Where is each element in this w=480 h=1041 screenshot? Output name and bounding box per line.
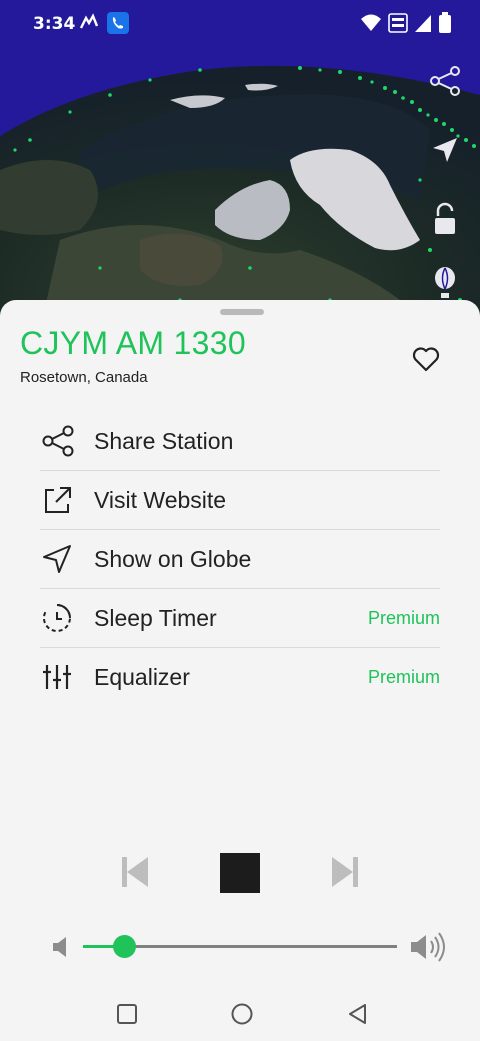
globe-balloon-button[interactable] <box>424 262 466 304</box>
navigation-arrow-icon <box>40 541 82 577</box>
menu-item-label: Share Station <box>94 427 234 454</box>
timer-icon <box>40 600 82 636</box>
drag-handle[interactable] <box>220 309 264 315</box>
equalizer-icon <box>40 659 82 695</box>
stop-button[interactable] <box>219 852 261 894</box>
volume-low-icon <box>53 937 66 957</box>
share-icon <box>430 66 460 96</box>
globe-share-button[interactable] <box>424 60 466 102</box>
volume-slider[interactable] <box>83 935 397 958</box>
menu-item-sleep-timer[interactable]: Sleep Timer Premium <box>40 589 440 648</box>
favorite-button[interactable] <box>407 340 445 378</box>
stop-icon <box>220 853 260 893</box>
globe-navigate-button[interactable] <box>424 129 466 171</box>
station-sheet: CJYM AM 1330 Rosetown, Canada Share Stat… <box>0 300 480 1041</box>
back-triangle-icon <box>349 1004 366 1024</box>
unlock-icon <box>435 202 455 234</box>
volume-mute-button[interactable] <box>48 934 72 960</box>
menu-item-label: Sleep Timer <box>94 604 217 631</box>
heart-icon <box>412 347 440 372</box>
app-logo-icon <box>79 13 99 29</box>
external-link-icon <box>40 482 82 518</box>
home-button[interactable] <box>227 999 257 1029</box>
menu-item-label: Show on Globe <box>94 545 252 572</box>
menu-item-equalizer[interactable]: Equalizer Premium <box>40 648 440 706</box>
balloon-icon <box>435 267 455 298</box>
skip-previous-icon <box>122 857 148 887</box>
wifi-icon <box>361 14 381 31</box>
system-navigation-bar <box>0 985 480 1041</box>
recents-square-icon <box>117 1004 137 1024</box>
menu-item-share-station[interactable]: Share Station <box>40 412 440 471</box>
globe-view[interactable] <box>0 0 480 330</box>
volume-high-icon <box>411 932 445 962</box>
navigation-arrow-icon <box>433 138 457 162</box>
menu-item-label: Equalizer <box>94 663 190 690</box>
volte-icon <box>388 13 408 33</box>
signal-icon <box>415 15 431 32</box>
premium-badge: Premium <box>367 666 440 687</box>
next-button[interactable] <box>326 852 364 892</box>
skip-next-icon <box>332 857 358 887</box>
battery-icon <box>439 12 451 33</box>
menu-item-label: Visit Website <box>94 486 227 513</box>
globe-map <box>0 65 480 330</box>
recents-button[interactable] <box>112 999 142 1029</box>
back-button[interactable] <box>342 999 372 1029</box>
status-bar: 3:34 <box>0 0 480 48</box>
status-time: 3:34 <box>33 14 76 34</box>
home-circle-icon <box>231 1003 253 1025</box>
volume-max-button[interactable] <box>408 930 448 964</box>
share-icon <box>40 423 82 459</box>
previous-button[interactable] <box>116 852 154 892</box>
phone-call-icon <box>107 12 129 34</box>
menu-item-visit-website[interactable]: Visit Website <box>40 471 440 530</box>
station-location: Rosetown, Canada <box>20 369 148 386</box>
station-menu: Share Station Visit Website Show on Glob… <box>40 412 440 706</box>
premium-badge: Premium <box>367 607 440 628</box>
station-name: CJYM AM 1330 <box>20 325 246 361</box>
volume-thumb[interactable] <box>112 935 136 958</box>
globe-lock-button[interactable] <box>424 198 466 240</box>
menu-item-show-on-globe[interactable]: Show on Globe <box>40 530 440 589</box>
